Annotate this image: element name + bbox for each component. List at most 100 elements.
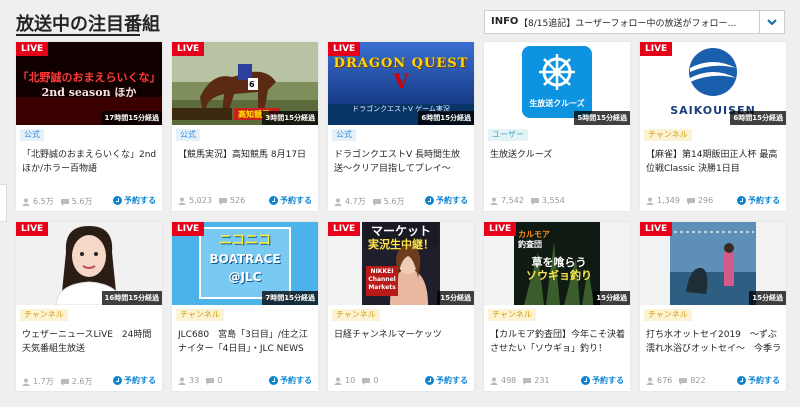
calendar-check-icon [425,196,434,205]
program-title[interactable]: 【競馬実況】高知競馬 8月17日 [178,148,314,176]
reserve-button[interactable]: 予約する [269,375,312,386]
calendar-check-icon [737,376,746,385]
program-card[interactable]: カルモア 釣査団 草を喰らう ソウギョ釣り LIVE 15分経過 チャンネル 【… [484,222,630,391]
program-title[interactable]: 日経チャンネルマーケッツ [334,328,470,356]
person-icon [334,198,342,206]
title-underline [16,34,140,36]
program-title[interactable]: ウェザーニュースLiVE 24時間天気番組生放送 [22,328,158,356]
program-card[interactable]: 生放送クルーズ 5時間15分経過 ユーザー 生放送クルーズ 7,542 3,55… [484,42,630,211]
reserve-button[interactable]: 予約する [737,195,780,206]
program-card[interactable]: LIVE 16時間15分経過 チャンネル ウェザーニュースLiVE 24時間天気… [16,222,162,391]
program-stats: 10 0 [334,376,378,385]
program-card[interactable]: 「北野誠のおまえらいくな」 2nd season ほか LIVE 17時間15分… [16,42,162,211]
program-stats: 1,349 296 [646,196,713,205]
calendar-check-icon [269,376,278,385]
reserve-button[interactable]: 予約する [113,195,156,206]
view-count: 7,542 [501,196,524,205]
reserve-label: 予約する [124,196,156,205]
program-card[interactable]: 高知競馬 6 LIVE 3時間15分経過 公式 【競馬実況】高知競馬 8月17日… [172,42,318,211]
person-icon [646,377,654,385]
live-badge: LIVE [328,42,361,56]
comment-count: 5.6万 [71,197,93,206]
reserve-button[interactable]: 予約する [425,195,468,206]
thumbnail-caption: ニコニコ [218,233,271,248]
live-badge: LIVE [640,42,673,56]
thumbnail-caption: マーケット [370,224,431,238]
program-title[interactable]: 生放送クルーズ [490,148,626,176]
view-count: 4.7万 [345,197,366,206]
comment-count: 296 [697,196,714,205]
reserve-label: 予約する [748,376,780,385]
program-card[interactable]: LIVE 15分経過 チャンネル 打ち水オットセイ2019 〜ずぶ濡れ水浴びオッ… [640,222,786,391]
program-card[interactable]: SAIKOUISEN LIVE 6時間15分経過 チャンネル 【麻雀】第14期飯… [640,42,786,211]
comment-count: 0 [373,376,379,385]
view-count: 33 [189,376,200,385]
comment-icon [60,198,69,206]
thumbnail-caption: 「北野誠のおまえらいくな」 [17,71,161,84]
program-card[interactable]: DRAGON QUEST V ドラゴンクエストV ゲーム実況 LIVE 6時間1… [328,42,474,211]
reserve-label: 予約する [592,376,624,385]
reserve-button[interactable]: 予約する [737,375,780,386]
program-title[interactable]: JLC680 宮島「3日目」/住之江ナイター「4日目」・JLC NEWS BOA… [178,328,314,356]
program-title[interactable]: 打ち水オットセイ2019 〜ずぶ濡れ水浴びオットセイ〜 今季ラスト！！！ [646,328,782,356]
person-icon [490,377,498,385]
scroll-left-handle[interactable] [0,184,7,222]
person-icon [178,377,186,385]
elapsed-time: 7時間15分経過 [262,291,318,305]
thumbnail-caption: 釣査団 [518,240,542,249]
program-title[interactable]: 【カルモア釣査団】今年こそ決着させたい「ソウギョ」釣り！ [490,328,626,356]
program-thumbnail: 高知競馬 6 LIVE 3時間15分経過 [172,42,318,125]
info-toggle-button[interactable] [759,11,784,33]
person-icon [490,197,498,205]
comment-count: 3,554 [541,196,565,205]
thumbnail-caption: カルモア [518,230,550,239]
calendar-check-icon [113,196,122,205]
program-stats: 676 822 [646,376,706,385]
person-icon [22,378,30,386]
view-count: 676 [657,376,673,385]
thumbnail-caption: Channel [368,276,396,283]
reserve-label: 予約する [280,376,312,385]
program-thumbnail: カルモア 釣査団 草を喰らう ソウギョ釣り LIVE 15分経過 [484,222,630,305]
program-thumbnail: LIVE 15分経過 [640,222,786,305]
calendar-check-icon [581,376,590,385]
program-card[interactable]: マーケット 実況生中継！ NIKKEI Channel Markets LIVE… [328,222,474,391]
reserve-button[interactable]: 予約する [581,375,624,386]
program-stats: 498 231 [490,376,550,385]
program-thumbnail: LIVE 16時間15分経過 [16,222,162,305]
info-bar[interactable]: INFO 【8/15追記】ユーザーフォロー中の放送がフォロー一覧に表示されるよう… [484,10,785,34]
program-title[interactable]: 【麻雀】第14期飯田正人杯 最高位戦Classic 決勝1日目 [646,148,782,176]
header: 放送中の注目番組 INFO 【8/15追記】ユーザーフォロー中の放送がフォロー一… [0,0,800,40]
reserve-button[interactable]: 予約する [113,375,156,386]
program-card[interactable]: ニコニコ BOATRACE @JLC LIVE 7時間15分経過 チャンネル J… [172,222,318,391]
info-text[interactable]: 【8/15追記】ユーザーフォロー中の放送がフォロー一覧に表示されるように... [519,16,745,29]
person-icon [646,197,654,205]
elapsed-time: 6時間15分経過 [730,111,786,125]
reserve-label: 予約する [436,196,468,205]
category-tag: チャンネル [488,309,536,321]
comment-icon [206,377,215,385]
program-title[interactable]: 「北野誠のおまえらいくな」2nd ほか/ホラー百物語 [22,148,158,176]
thumbnail-caption: 2nd season ほか [41,86,137,99]
program-title[interactable]: ドラゴンクエストV 長時間生放送〜クリア目指してプレイ〜 [334,148,470,176]
elapsed-time: 15分経過 [437,291,474,305]
thumbnail-caption: 6 [249,80,255,89]
thumbnail-caption: BOATRACE [209,252,281,266]
thumbnail-caption: 草を喰らう [531,256,587,269]
reserve-button[interactable]: 予約する [425,375,468,386]
reserve-button[interactable]: 予約する [269,195,312,206]
view-count: 5,023 [189,196,212,205]
comment-icon [679,377,688,385]
program-thumbnail: 生放送クルーズ 5時間15分経過 [484,42,630,125]
person-icon [178,197,186,205]
live-badge: LIVE [16,42,49,56]
category-tag: チャンネル [332,309,380,321]
elapsed-time: 16時間15分経過 [101,291,162,305]
elapsed-time: 17時間15分経過 [101,111,162,125]
comment-icon [218,197,227,205]
comment-icon [372,198,381,206]
comment-count: 822 [690,376,706,385]
category-tag: ユーザー [488,129,528,141]
thumbnail-caption: Markets [368,284,396,291]
comment-icon [530,197,539,205]
